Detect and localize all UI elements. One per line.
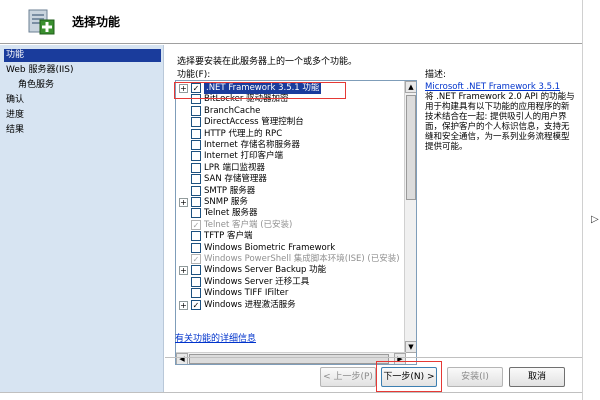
feature-checkbox[interactable] — [191, 242, 201, 253]
sidebar-item-features[interactable]: 功能 — [4, 49, 161, 62]
sidebar-item-role-services[interactable]: 角色服务 — [4, 79, 161, 92]
sidebar-item-results[interactable]: 结果 — [4, 124, 161, 137]
expand-icon[interactable]: + — [179, 266, 188, 276]
feature-label: SMTP 服务器 — [204, 185, 256, 196]
feature-row[interactable]: LPR 端口监视器 — [176, 162, 404, 174]
bottom-edge — [0, 392, 582, 400]
page-title: 选择功能 — [72, 15, 121, 29]
install-button[interactable]: 安装(I) — [447, 367, 503, 387]
scroll-down-icon[interactable]: ▼ — [405, 341, 416, 353]
cancel-button[interactable]: 取消 — [509, 367, 565, 387]
feature-row[interactable]: TFTP 客户端 — [176, 231, 404, 242]
feature-checkbox[interactable] — [191, 231, 201, 242]
feature-label: HTTP 代理上的 RPC — [204, 128, 283, 139]
feature-row[interactable]: Windows Server 迁移工具 — [176, 276, 404, 288]
wizard-steps-sidebar: 功能 Web 服务器(IIS) 角色服务 确认 进度 结果 — [0, 45, 164, 392]
selected-feature-highlight — [174, 82, 346, 99]
feature-checkbox[interactable] — [191, 276, 201, 287]
feature-label: Windows PowerShell 集成脚本环境(ISE) (已安装) — [204, 254, 400, 264]
description-link[interactable]: Microsoft .NET Framework 3.5.1 — [425, 82, 575, 92]
feature-checkbox[interactable] — [191, 117, 201, 128]
feature-label: Windows Biometric Framework — [204, 242, 336, 253]
feature-row[interactable]: SMTP 服务器 — [176, 185, 404, 197]
feature-checkbox[interactable]: ✓ — [191, 299, 201, 310]
footer-divider — [165, 357, 582, 358]
feature-label: Internet 打印客户端 — [204, 151, 283, 162]
sidebar-item-web-server[interactable]: Web 服务器(IIS) — [4, 64, 161, 77]
instruction-text: 选择要安装在此服务器上的一个或多个功能。 — [177, 57, 358, 67]
feature-row[interactable]: ✓ Windows PowerShell 集成脚本环境(ISE) (已安装) — [176, 254, 404, 265]
features-tree[interactable]: + ✓ Windows 进程激活服务 Windows TIFF IFilter Wind… — [175, 80, 417, 365]
vertical-scroll-thumb[interactable] — [406, 95, 416, 200]
feature-checkbox[interactable] — [191, 140, 201, 150]
features-wizard-icon — [28, 9, 55, 35]
feature-label: Windows 进程激活服务 — [204, 299, 296, 310]
feature-checkbox[interactable] — [191, 265, 201, 276]
feature-row[interactable]: SAN 存储管理器 — [176, 174, 404, 185]
feature-checkbox[interactable] — [191, 288, 201, 299]
mouse-cursor-icon: ▷ — [591, 214, 599, 225]
more-info-link[interactable]: 有关功能的详细信息 — [175, 331, 256, 344]
feature-checkbox[interactable]: ✓ — [191, 254, 201, 264]
feature-row[interactable]: HTTP 代理上的 RPC — [176, 128, 404, 140]
vertical-scrollbar[interactable]: ▲ ▼ — [404, 81, 416, 353]
feature-label: Windows Server Backup 功能 — [204, 265, 327, 276]
feature-label: SAN 存储管理器 — [204, 174, 267, 185]
feature-row[interactable]: Windows Biometric Framework — [176, 242, 404, 254]
feature-row[interactable]: DirectAccess 管理控制台 — [176, 117, 404, 128]
feature-checkbox[interactable]: ✓ — [191, 219, 201, 230]
expand-icon[interactable]: + — [179, 300, 188, 310]
expand-icon[interactable]: + — [179, 198, 188, 207]
horizontal-scrollbar[interactable]: ◀ ▶ — [176, 352, 406, 364]
scroll-up-icon[interactable]: ▲ — [405, 81, 416, 93]
feature-checkbox[interactable] — [191, 162, 201, 173]
feature-row[interactable]: Windows TIFF IFilter — [176, 288, 404, 299]
feature-row[interactable]: Internet 存储名称服务器 — [176, 140, 404, 151]
feature-checkbox[interactable] — [191, 174, 201, 185]
feature-checkbox[interactable] — [191, 151, 201, 162]
features-label: 功能(F): — [177, 70, 211, 80]
feature-label: Telnet 客户端 (已安装) — [204, 219, 293, 230]
feature-label: BranchCache — [204, 105, 261, 116]
feature-label: Telnet 服务器 — [204, 208, 258, 219]
scroll-left-icon[interactable]: ◀ — [176, 353, 188, 364]
feature-row[interactable]: Internet 打印客户端 — [176, 151, 404, 162]
feature-checkbox[interactable] — [191, 105, 201, 116]
feature-label: SNMP 服务 — [204, 197, 248, 207]
feature-label: TFTP 客户端 — [204, 231, 253, 242]
feature-label: Windows Server 迁移工具 — [204, 276, 310, 287]
feature-checkbox[interactable] — [191, 185, 201, 196]
feature-row[interactable]: + ✓ Windows 进程激活服务 — [176, 299, 404, 311]
description-text: 将 .NET Framework 2.0 API 的功能与用于构建具有以下功能的… — [425, 92, 575, 152]
feature-row[interactable]: ✓ Telnet 客户端 (已安装) — [176, 219, 404, 231]
feature-row[interactable]: Telnet 服务器 — [176, 208, 404, 219]
feature-label: Windows TIFF IFilter — [204, 288, 289, 299]
feature-label: Internet 存储名称服务器 — [204, 140, 300, 150]
feature-label: DirectAccess 管理控制台 — [204, 117, 304, 128]
feature-checkbox[interactable] — [191, 128, 201, 139]
horizontal-scroll-thumb[interactable] — [189, 354, 389, 364]
sidebar-item-confirmation[interactable]: 确认 — [4, 94, 161, 107]
description-panel: Microsoft .NET Framework 3.5.1 将 .NET Fr… — [425, 82, 575, 152]
next-button-highlight — [376, 361, 442, 392]
sidebar-item-progress[interactable]: 进度 — [4, 109, 161, 122]
wizard-header: 选择功能 — [0, 0, 582, 44]
feature-row[interactable]: + SNMP 服务 — [176, 197, 404, 208]
feature-row[interactable]: BranchCache — [176, 105, 404, 117]
feature-checkbox[interactable] — [191, 197, 201, 207]
feature-label: LPR 端口监视器 — [204, 162, 265, 173]
description-label: 描述: — [425, 70, 447, 80]
feature-row[interactable]: + Windows Server Backup 功能 — [176, 265, 404, 276]
feature-checkbox[interactable] — [191, 208, 201, 219]
background-strip — [582, 0, 600, 400]
previous-button[interactable]: < 上一步(P) — [320, 367, 376, 387]
